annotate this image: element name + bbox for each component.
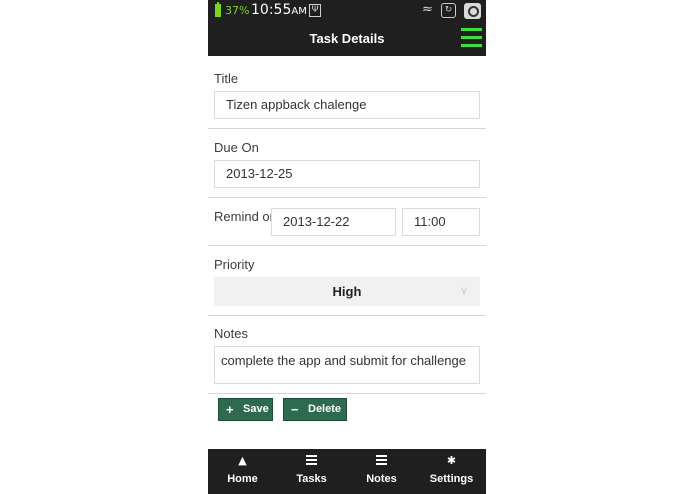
notes-textarea[interactable]: complete the app and submit for challeng… [214,346,480,384]
priority-select[interactable]: High ∨ [214,277,480,306]
priority-label: Priority [214,257,255,272]
usb-icon: Ψ [309,4,321,17]
battery-percent: 37% [225,4,250,17]
divider [208,245,486,246]
delete-label: Delete [308,403,342,415]
tab-tasks[interactable]: Tasks [277,449,346,494]
tab-label: Notes [366,473,397,485]
save-label: Save [243,403,269,415]
remind-time-input[interactable]: 11:00 [402,208,480,236]
tab-label: Home [227,473,258,485]
notes-label: Notes [214,326,248,341]
app-header: Task Details [208,22,486,56]
tab-notes[interactable]: Notes [347,449,416,494]
tab-home[interactable]: ▲ Home [208,449,277,494]
plus-icon: + [226,402,234,417]
list-icon [277,454,346,467]
home-icon: ▲ [238,454,247,467]
remind-label: Remind on [214,209,277,224]
status-bar: 37% 10:55AM Ψ ≈ ↻ [208,0,486,22]
title-input[interactable]: Tizen appback chalenge [214,91,480,119]
tab-bar: ▲ Home Tasks Notes ✱ Settings [208,449,486,494]
minus-icon: − [291,402,299,417]
tab-settings[interactable]: ✱ Settings [417,449,486,494]
divider [208,197,486,198]
gear-icon: ✱ [446,454,457,467]
wifi-icon: ≈ [422,2,433,17]
divider [208,393,486,394]
page-title: Task Details [309,31,385,46]
priority-value: High [332,284,362,299]
tab-label: Settings [429,473,474,485]
due-date-input[interactable]: 2013-12-25 [214,160,480,188]
save-button[interactable]: + Save [218,398,273,421]
title-label: Title [214,71,239,86]
menu-icon[interactable] [461,27,482,49]
phone-screen: 37% 10:55AM Ψ ≈ ↻ Task Details Title Tiz… [208,0,486,494]
sync-icon: ↻ [441,3,456,18]
chevron-down-icon: ∨ [459,285,468,297]
battery-icon [215,2,221,17]
remind-date-input[interactable]: 2013-12-22 [271,208,396,236]
delete-button[interactable]: − Delete [283,398,347,421]
clock-ampm: AM [291,6,307,17]
tab-label: Tasks [296,473,327,485]
due-label: Due On [214,140,259,155]
camera-icon [464,3,481,19]
divider [208,128,486,129]
list-icon [347,454,416,467]
clock-time: 10:55 [251,2,292,18]
status-clock: 10:55AM [251,2,307,18]
divider [208,315,486,316]
